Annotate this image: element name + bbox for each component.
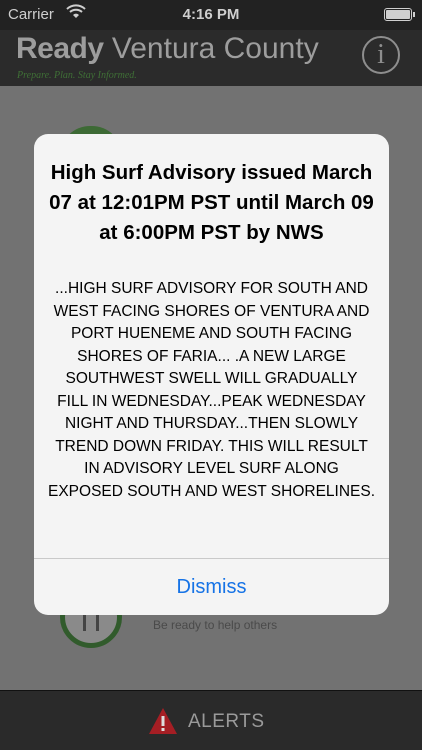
alerts-tab-bar[interactable]: ALERTS	[0, 690, 422, 750]
dismiss-button[interactable]: Dismiss	[34, 559, 389, 615]
app-header: Ready Ventura County Prepare. Plan. Stay…	[0, 30, 422, 86]
warning-icon	[148, 707, 178, 735]
info-button[interactable]: i	[362, 36, 400, 74]
brand-rest: Ventura County	[111, 32, 319, 65]
status-bar: Carrier 4:16 PM	[0, 0, 422, 30]
brand-bold: Ready	[16, 32, 104, 65]
alerts-label: ALERTS	[188, 711, 265, 732]
status-time: 4:16 PM	[182, 6, 240, 23]
list-item-label: Be ready to help others	[153, 618, 278, 632]
alert-dialog: High Surf Advisory issued March 07 at 12…	[34, 134, 389, 615]
app-logo: Ready Ventura County	[16, 32, 319, 66]
alert-message: ...HIGH SURF ADVISORY FOR SOUTH AND WEST…	[48, 280, 376, 500]
alert-title: High Surf Advisory issued March 07 at 12…	[49, 161, 374, 244]
battery-icon	[384, 8, 415, 21]
app-tagline: Prepare. Plan. Stay Informed.	[17, 70, 137, 81]
